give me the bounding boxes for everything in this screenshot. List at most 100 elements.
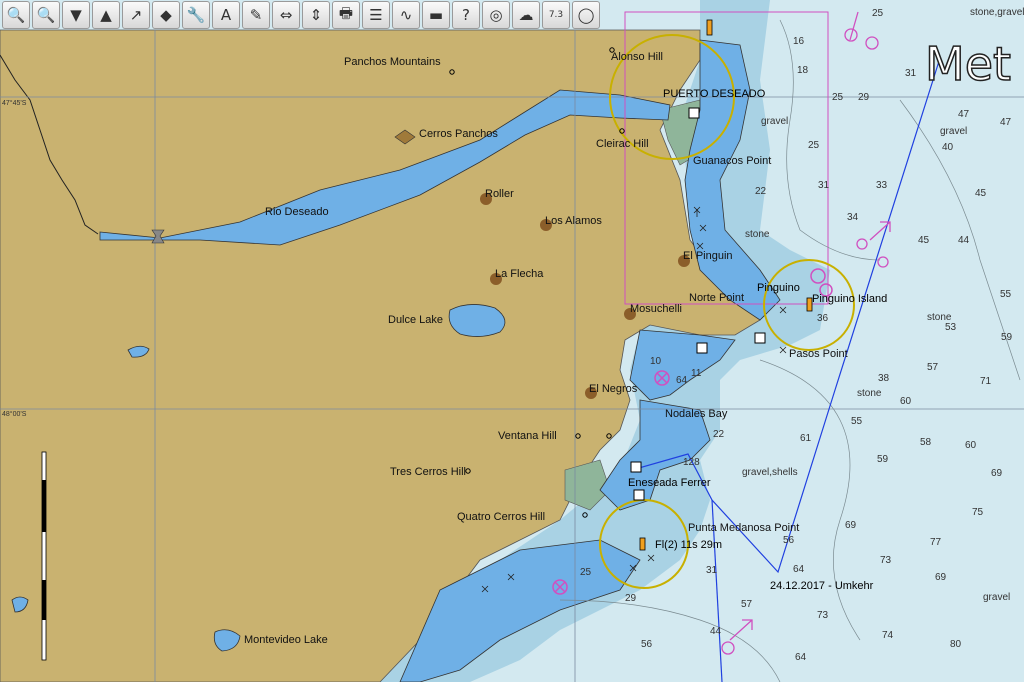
- depth-sounding: 36: [817, 313, 829, 324]
- depth-sounding: 59: [877, 454, 889, 465]
- zoom-in-icon: 🔍: [6, 6, 26, 24]
- place-label-norte-point: Norte Point: [689, 292, 744, 304]
- depth-sounding: 60: [900, 396, 912, 407]
- place-label-tres-cerros-hill: Tres Cerros Hill: [390, 466, 466, 478]
- depth-sounding: 80: [950, 639, 962, 650]
- latitude-label: 48°00'S: [2, 410, 27, 418]
- route-icon: ↗: [129, 6, 143, 24]
- height-button[interactable]: ⇕: [302, 1, 330, 29]
- scale-up-button[interactable]: ▲: [92, 1, 120, 29]
- seabed-label: gravel: [983, 592, 1010, 603]
- depth-sounding: 73: [880, 555, 892, 566]
- depth-sounding: 47: [1000, 117, 1012, 128]
- help-icon: ?: [462, 6, 470, 24]
- seabed-label: stone: [857, 388, 882, 399]
- place-label-cerros-panchos: Cerros Panchos: [419, 128, 498, 140]
- depth-sounding: 11: [691, 368, 702, 379]
- place-label-mosuchelli: Mosuchelli: [630, 303, 682, 315]
- depth-sounding: 77: [930, 537, 942, 548]
- route-manager-icon: ☰: [369, 6, 383, 24]
- mob-icon: ◯: [577, 6, 595, 24]
- place-label-cleirac-hill: Cleirac Hill: [596, 138, 649, 150]
- depth-sounding: 71: [980, 376, 992, 387]
- scale-up-icon: ▲: [100, 6, 112, 24]
- help-button[interactable]: ?: [452, 1, 480, 29]
- place-label-el-negros: El Negros: [589, 383, 638, 395]
- mob-button[interactable]: ◯: [572, 1, 600, 29]
- track-button[interactable]: ◆: [152, 1, 180, 29]
- depth-sounding: 31: [818, 180, 830, 191]
- width-button[interactable]: ⇔: [272, 1, 300, 29]
- depth-sounding: 34: [847, 212, 859, 223]
- place-label-pinguino: Pinguino: [757, 282, 800, 294]
- depth-sounding: 59: [1001, 332, 1013, 343]
- zoom-in-button[interactable]: 🔍: [2, 1, 30, 29]
- depth-sounding: 53: [945, 322, 957, 333]
- place-label-dulce-lake: Dulce Lake: [388, 314, 443, 326]
- place-label-los-alamos: Los Alamos: [545, 215, 602, 227]
- zoom-out-button[interactable]: 🔍: [32, 1, 60, 29]
- place-label-nodales-bay: Nodales Bay: [665, 408, 728, 420]
- chart-name-overlay: Met: [925, 37, 1011, 91]
- depth-sounding: 38: [878, 373, 890, 384]
- depth-sounding: 57: [927, 362, 939, 373]
- measure-icon: ✎: [249, 6, 263, 24]
- depth-sounding: 47: [958, 109, 970, 120]
- tide-icon: ∿: [399, 6, 413, 24]
- depth-sounding: 57: [741, 599, 753, 610]
- depth-sounding: 69: [845, 520, 857, 531]
- zoom-out-icon: 🔍: [36, 6, 56, 24]
- depth-sounding: 45: [975, 188, 987, 199]
- place-label-la-flecha: La Flecha: [495, 268, 544, 280]
- latitude-label: 47°45'S: [2, 99, 27, 107]
- place-label-guanacos-point: Guanacos Point: [693, 155, 771, 167]
- grib-button[interactable]: ☁: [512, 1, 540, 29]
- route-manager-button[interactable]: ☰: [362, 1, 390, 29]
- depth-sounding: 60: [965, 440, 977, 451]
- depth-sounding: 64: [793, 564, 805, 575]
- settings-icon: 🔧: [186, 6, 206, 24]
- depth-sounding: 25: [808, 140, 820, 151]
- place-label-alonso-hill: Alonso Hill: [611, 51, 663, 63]
- print-button[interactable]: 🖶: [332, 1, 360, 29]
- place-label-pinguino-island: Pinguino Island: [812, 293, 887, 305]
- version-icon: 7.3: [548, 10, 564, 20]
- depth-sounding: 55: [851, 416, 863, 427]
- tide-button[interactable]: ∿: [392, 1, 420, 29]
- depth-sounding: 22: [713, 429, 725, 440]
- depth-sounding: 61: [800, 433, 812, 444]
- main-toolbar: 🔍 🔍 ▼ ▲ ↗ ◆ 🔧 A ✎ ⇔ ⇕ 🖶 ☰ ∿ ▬? ◎ ☁ 7.3 ◯: [0, 0, 600, 30]
- nautical-chart[interactable]: 47°45'S 48°00'S Met Alonso Hill Panchos …: [0, 0, 1024, 682]
- text-icon: A: [220, 6, 232, 24]
- scale-down-button[interactable]: ▼: [62, 1, 90, 29]
- depth-sounding: 64: [795, 652, 807, 663]
- ais-icon: ◎: [489, 6, 503, 24]
- layers-button[interactable]: ▬: [422, 1, 450, 29]
- settings-button[interactable]: 🔧: [182, 1, 210, 29]
- track-icon: ◆: [160, 6, 172, 24]
- depth-sounding: 45: [918, 235, 930, 246]
- place-label-el-pinguin: El Pinguin: [683, 250, 733, 262]
- depth-sounding: 55: [1000, 289, 1012, 300]
- place-label-panchos-mountains: Panchos Mountains: [344, 56, 441, 68]
- depth-sounding: 16: [793, 36, 805, 47]
- light-characteristic-label: Fl(2) 11s 29m: [655, 539, 722, 551]
- seabed-label: stone,gravel: [970, 7, 1024, 18]
- depth-sounding: 25: [580, 567, 592, 578]
- ais-button[interactable]: ◎: [482, 1, 510, 29]
- route-button[interactable]: ↗: [122, 1, 150, 29]
- measure-button[interactable]: ✎: [242, 1, 270, 29]
- dulce-lake: [448, 304, 506, 337]
- route-end-label[interactable]: 24.12.2017 - Umkehr: [770, 580, 874, 592]
- depth-sounding: 31: [905, 68, 917, 79]
- depth-sounding: 128: [683, 457, 700, 468]
- depth-sounding: 56: [641, 639, 653, 650]
- depth-sounding: 40: [942, 142, 954, 153]
- version-button[interactable]: 7.3: [542, 1, 570, 29]
- height-icon: ⇕: [309, 6, 323, 24]
- seabed-label: stone: [745, 229, 770, 240]
- place-label-pasos-point: Pasos Point: [789, 348, 848, 360]
- depth-sounding: 31: [706, 565, 718, 576]
- place-label-ventana-hill: Ventana Hill: [498, 430, 557, 442]
- text-button[interactable]: A: [212, 1, 240, 29]
